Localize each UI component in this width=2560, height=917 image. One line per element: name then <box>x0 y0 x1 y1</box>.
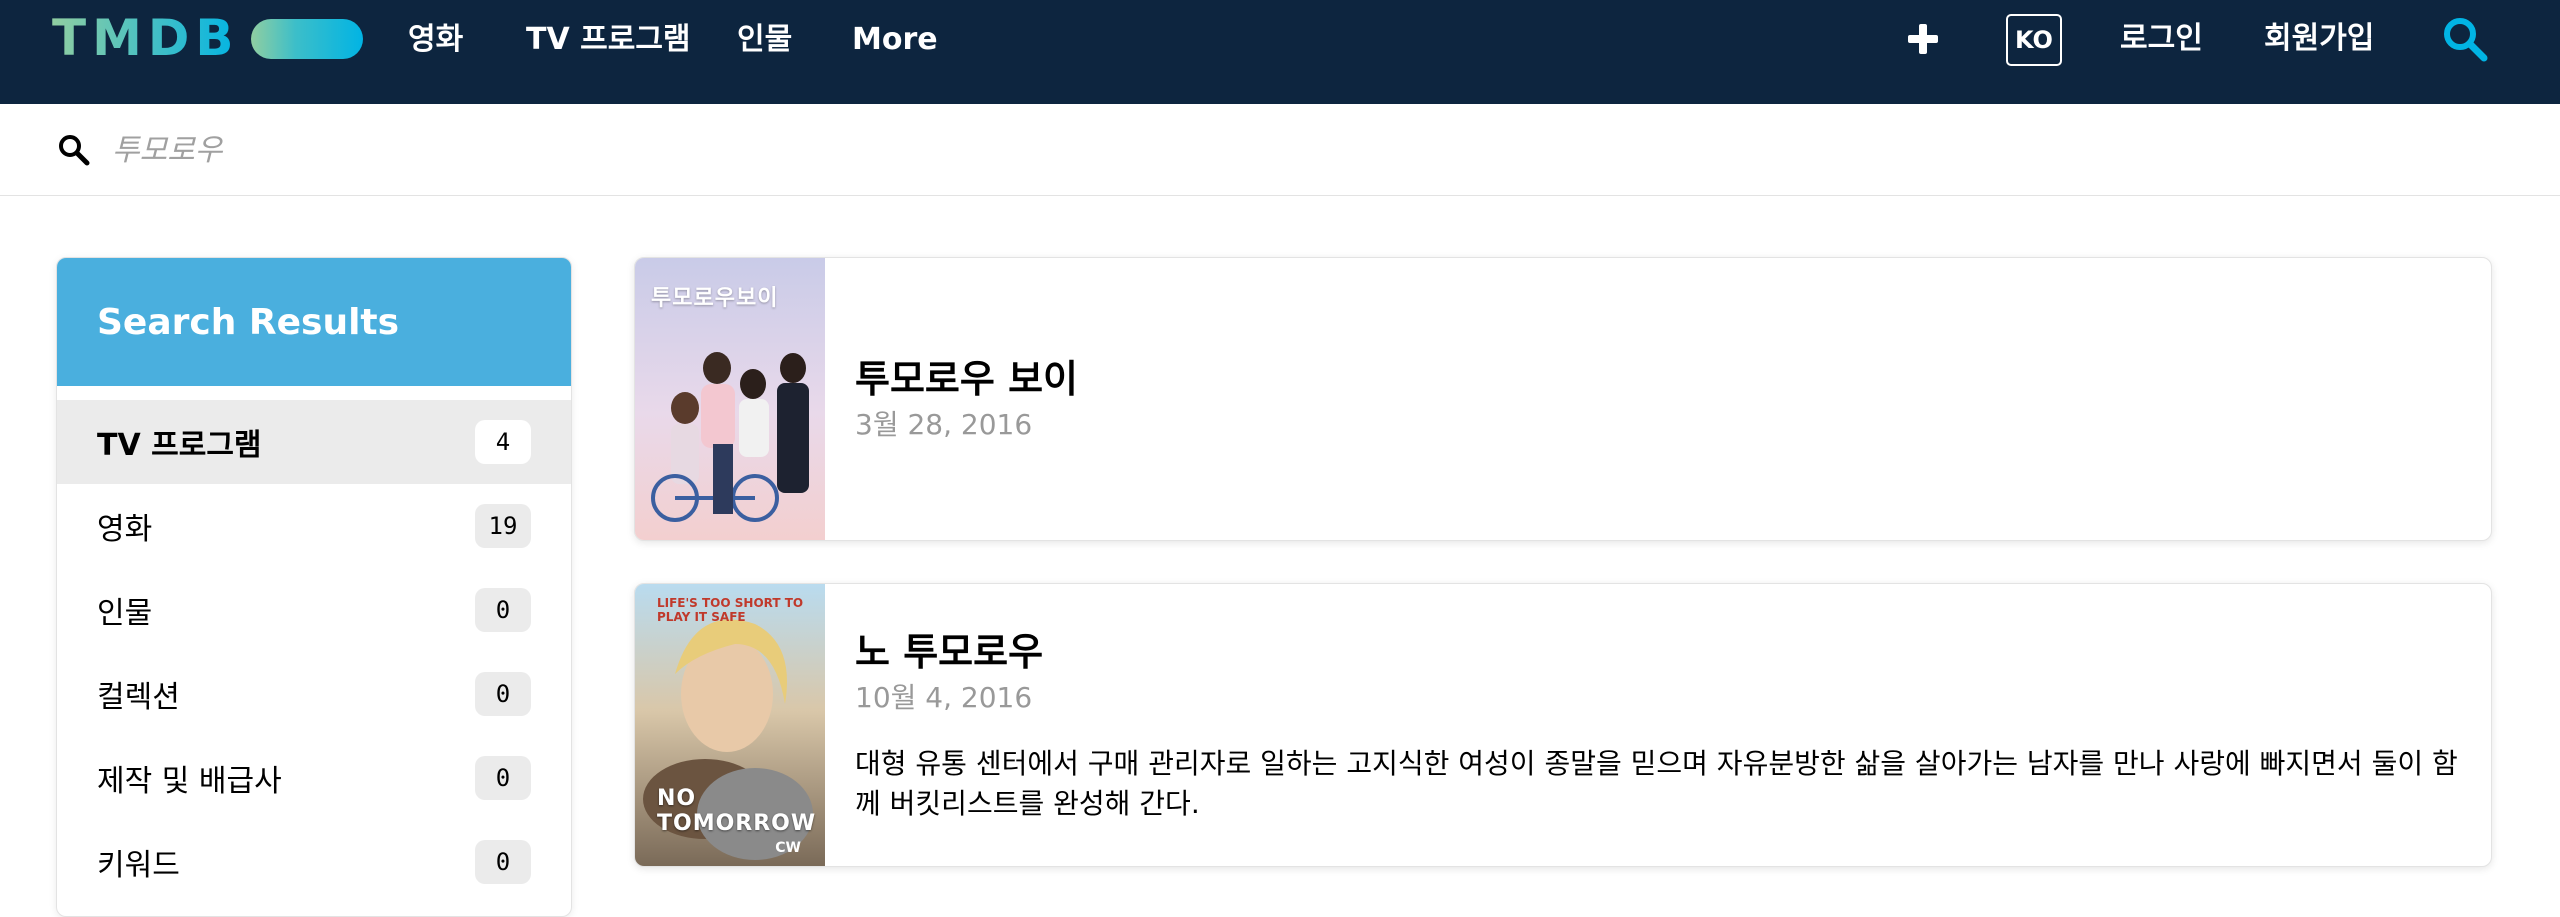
search-icon[interactable] <box>2440 14 2490 64</box>
logo-pill-icon <box>251 19 364 59</box>
result-overview: 대형 유통 센터에서 구매 관리자로 일하는 고지식한 여성이 종말을 믿으며 … <box>855 747 2458 820</box>
sidebar-item-label: 컬렉션 <box>97 680 180 715</box>
result-card[interactable]: LIFE'S TOO SHORT TO PLAY IT SAFE NO TOMO… <box>634 583 2492 867</box>
sidebar-item-movies[interactable]: 영화 19 <box>57 484 571 568</box>
top-nav: TMDB 영화 TV 프로그램 인물 More KO 로그인 회원가입 <box>0 0 2560 104</box>
poster-title: NO TOMORROW <box>657 786 817 836</box>
sidebar-item-label: 키워드 <box>97 848 180 883</box>
poster-tagline: LIFE'S TOO SHORT TO PLAY IT SAFE <box>657 596 804 624</box>
sidebar-item-people[interactable]: 인물 0 <box>57 568 571 652</box>
result-date: 3월 28, 2016 <box>855 408 1033 441</box>
count-badge: 0 <box>475 756 531 800</box>
sidebar-item-tv[interactable]: TV 프로그램 4 <box>57 400 571 484</box>
result-title[interactable]: 투모로우 보이 <box>855 353 2461 405</box>
result-title[interactable]: 노 투모로우 <box>855 626 2461 678</box>
result-details: 투모로우 보이 3월 28, 2016 <box>825 258 2491 540</box>
logo-text: TMDB <box>52 9 240 67</box>
sidebar-item-label: 제작 및 배급사 <box>97 764 282 799</box>
poster-image[interactable]: LIFE'S TOO SHORT TO PLAY IT SAFE NO TOMO… <box>635 584 825 866</box>
search-results-filter-list: TV 프로그램 4 영화 19 인물 0 컬렉션 0 제작 및 배급사 0 키워… <box>57 386 571 904</box>
sidebar-item-collections[interactable]: 컬렉션 0 <box>57 652 571 736</box>
result-card[interactable]: 투모로우보이 투모로우 보이 3월 28, 2016 <box>634 257 2492 541</box>
network-logo: CW <box>775 840 801 856</box>
sidebar-item-label: TV 프로그램 <box>97 428 262 463</box>
search-input[interactable] <box>112 122 2492 178</box>
nav-item-people[interactable]: 인물 <box>737 18 792 62</box>
nav-item-movies[interactable]: 영화 <box>408 18 463 62</box>
sidebar-item-keywords[interactable]: 키워드 0 <box>57 820 571 904</box>
plus-icon[interactable] <box>1906 22 1940 56</box>
poster-image[interactable]: 투모로우보이 <box>635 258 825 540</box>
count-badge: 19 <box>475 504 531 548</box>
count-badge: 0 <box>475 840 531 884</box>
search-bar <box>0 104 2560 196</box>
sidebar-item-label: 영화 <box>97 512 153 547</box>
result-date: 10월 4, 2016 <box>855 681 1033 714</box>
count-badge: 0 <box>475 588 531 632</box>
search-icon <box>59 135 90 166</box>
tmdb-logo[interactable]: TMDB <box>52 9 364 67</box>
count-badge: 4 <box>475 420 531 464</box>
nav-item-more[interactable]: More <box>852 18 938 62</box>
login-link[interactable]: 로그인 <box>2120 14 2203 64</box>
search-results-header: Search Results <box>57 258 571 386</box>
sidebar-item-label: 인물 <box>97 596 153 631</box>
sidebar-item-companies[interactable]: 제작 및 배급사 0 <box>57 736 571 820</box>
poster-illustration <box>651 352 809 522</box>
count-badge: 0 <box>475 672 531 716</box>
nav-item-tv[interactable]: TV 프로그램 <box>526 18 691 62</box>
result-details: 노 투모로우 10월 4, 2016 대형 유통 센터에서 구매 관리자로 일하… <box>825 584 2491 866</box>
signup-link[interactable]: 회원가입 <box>2264 14 2374 64</box>
search-results-panel: Search Results TV 프로그램 4 영화 19 인물 0 컬렉션 … <box>56 257 572 917</box>
language-button[interactable]: KO <box>2006 14 2062 66</box>
